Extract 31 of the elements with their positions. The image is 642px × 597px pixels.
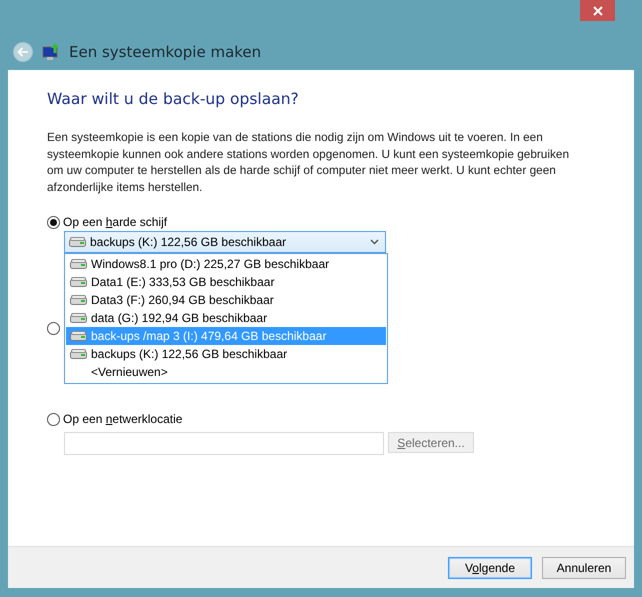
radio-button[interactable] — [47, 216, 60, 228]
location-field[interactable] — [64, 432, 384, 455]
drive-label: back-ups /map 3 (I:) 479,64 GB beschikbaar — [91, 329, 326, 343]
close-icon — [592, 6, 602, 16]
radio-button[interactable] — [47, 322, 60, 334]
drive-label: Windows8.1 pro (D:) 225,27 GB beschikbaar — [91, 257, 330, 271]
drive-label: Data3 (F:) 260,94 GB beschikbaar — [91, 293, 274, 307]
dropdown-item[interactable]: backups (K:) 122,56 GB beschikbaar — [66, 345, 386, 363]
arrow-left-icon — [17, 47, 29, 57]
window-title: Een systeemkopie maken — [69, 43, 262, 61]
dropdown-item[interactable]: data (G:) 192,94 GB beschikbaar — [66, 309, 386, 327]
chevron-icon — [370, 239, 379, 245]
description-text: Een systeemkopie is een kopie van de stations die nodig zijn om Windows uit te voeren. In een systeemkopie kunnen ook andere stations worden opgenomen. U kunt een systeemkopie gebruiken om uw computer te herstellen als de harde schijf of computer niet meer werkt. U kunt echter geen afzonderlijke items herstellen. — [47, 129, 570, 195]
radio-button[interactable] — [47, 412, 60, 426]
drive-icon — [69, 237, 86, 247]
drive-label: data (G:) 192,94 GB beschikbaar — [91, 311, 268, 325]
dialog-button[interactable]: Volgende — [448, 556, 532, 578]
drive-label: <Vernieuwen> — [91, 365, 168, 379]
computer-backup-icon — [41, 42, 61, 62]
drive-label: Data1 (E:) 333,53 GB beschikbaar — [91, 275, 274, 289]
dialog-button[interactable]: Annuleren — [542, 556, 626, 578]
radio-label[interactable]: Op een harde schijf — [63, 215, 168, 229]
radio-label[interactable]: Op een netwerklocatie — [63, 412, 182, 426]
back-button[interactable] — [13, 42, 33, 62]
close-button[interactable] — [580, 0, 615, 21]
drive-label: backups (K:) 122,56 GB beschikbaar — [91, 347, 288, 361]
dropdown-item[interactable]: Data3 (F:) 260,94 GB beschikbaar — [66, 291, 386, 309]
page-heading: Waar wilt u de back-up opslaan? — [47, 90, 300, 108]
dropdown-item[interactable]: Windows8.1 pro (D:) 225,27 GB beschikbaar — [66, 255, 386, 273]
dropdown-item[interactable]: Data1 (E:) 333,53 GB beschikbaar — [66, 273, 386, 291]
dropdown-item[interactable]: <Vernieuwen> — [66, 363, 386, 381]
